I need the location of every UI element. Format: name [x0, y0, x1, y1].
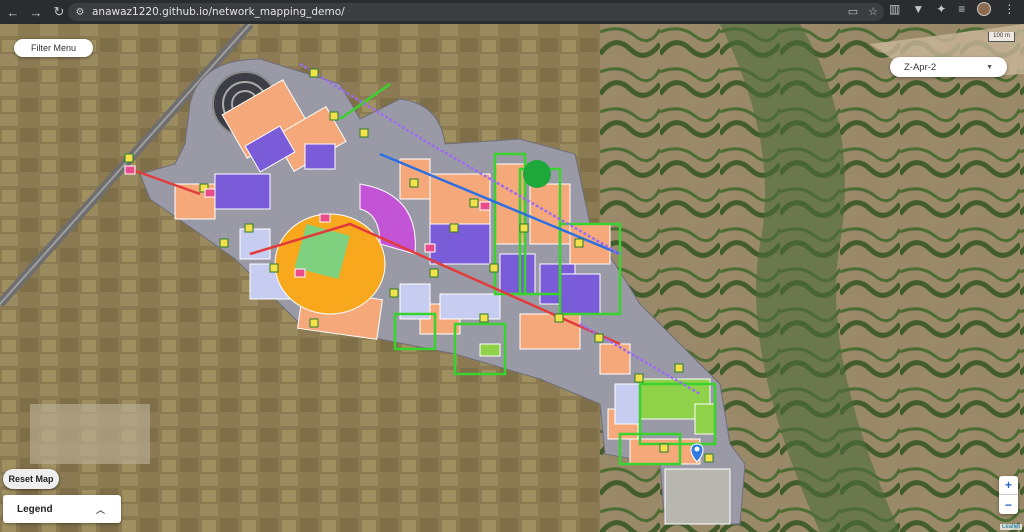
browser-toolbar: ← → ↻ ⚙ anawaz1220.github.io/network_map…	[0, 0, 1024, 24]
star-icon[interactable]: ☆	[868, 5, 878, 18]
zoom-in-button[interactable]: +	[999, 476, 1018, 495]
reload-icon[interactable]: ↻	[49, 2, 69, 22]
reset-map-button[interactable]: Reset Map	[3, 469, 59, 489]
cast-icon[interactable]: ▭	[848, 5, 858, 18]
map-canvas[interactable]: 100 m Filter Menu Z-Apr-2 ▼ Reset Map Le…	[0, 24, 1024, 532]
site-info-icon[interactable]: ⚙	[72, 7, 88, 18]
scale-bar: 100 m	[988, 32, 1015, 42]
attribution[interactable]: Leaflet	[999, 524, 1022, 530]
layer-select[interactable]: Z-Apr-2 ▼	[890, 57, 1007, 77]
back-arrow-icon[interactable]: ←	[3, 2, 23, 22]
caret-down-icon: ▼	[986, 63, 993, 71]
forward-arrow-icon[interactable]: →	[26, 2, 46, 22]
avatar[interactable]	[977, 2, 992, 16]
chevron-up-icon[interactable]: ︿	[96, 503, 105, 516]
filter-menu-button[interactable]: Filter Menu	[14, 39, 93, 57]
legend-panel[interactable]: Legend ︿	[3, 495, 121, 523]
extension-icon[interactable]: ▥	[889, 2, 900, 16]
puzzle-icon[interactable]: ✦	[936, 2, 946, 16]
zoom-out-button[interactable]: −	[999, 495, 1018, 514]
extension-v-icon[interactable]: ▼	[912, 2, 924, 16]
layer-select-value: Z-Apr-2	[904, 61, 937, 73]
extensions-bar: ▥ ▼ ✦ ≡ ⋮	[889, 2, 1015, 16]
satellite-basemap	[0, 24, 1024, 532]
media-icon[interactable]: ≡	[958, 2, 965, 16]
legend-title: Legend	[17, 503, 53, 515]
url-text: anawaz1220.github.io/network_mapping_dem…	[92, 6, 345, 18]
zoom-control: + −	[999, 476, 1018, 514]
kebab-menu-icon[interactable]: ⋮	[1003, 2, 1015, 16]
address-bar[interactable]: ⚙ anawaz1220.github.io/network_mapping_d…	[68, 3, 884, 21]
